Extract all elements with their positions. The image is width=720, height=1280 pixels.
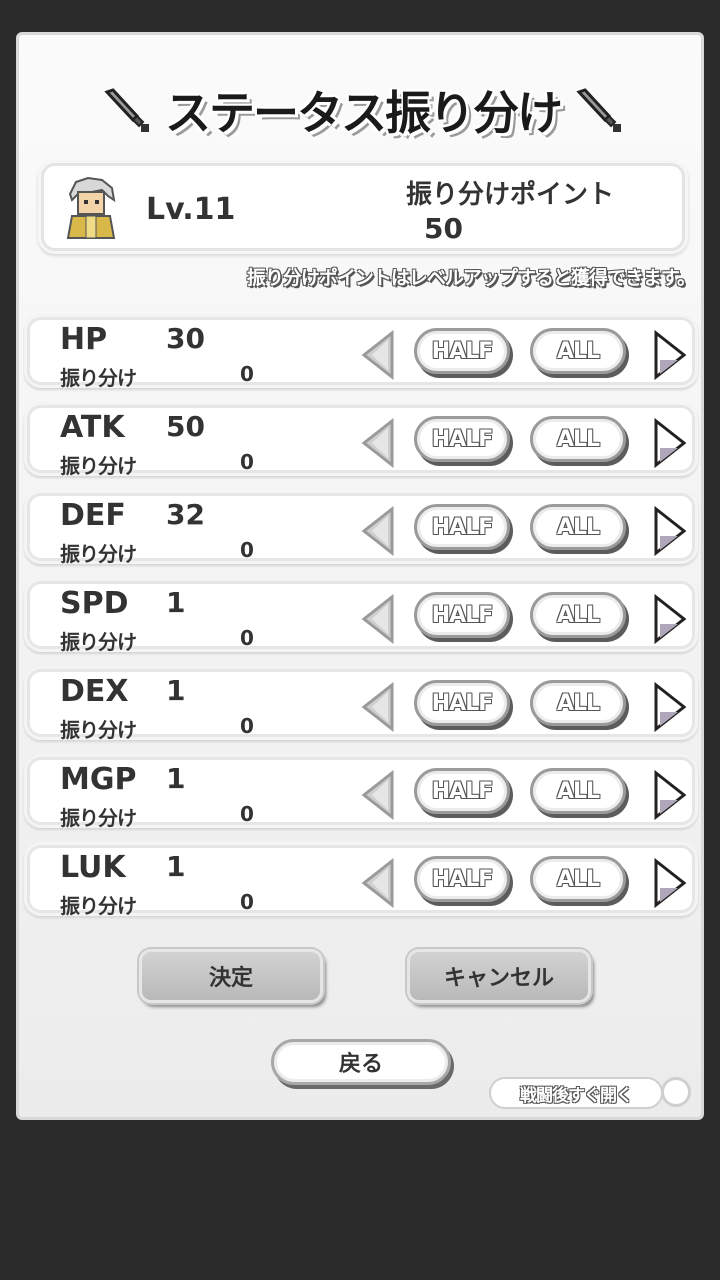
alloc-label: 振り分け xyxy=(60,894,137,918)
all-button[interactable]: ALL xyxy=(530,328,626,374)
arrow-right-icon[interactable] xyxy=(652,417,688,469)
sword-icon xyxy=(104,88,149,132)
alloc-value: 0 xyxy=(240,362,254,386)
cancel-button[interactable]: キャンセル xyxy=(407,949,591,1003)
alloc-value: 0 xyxy=(240,626,254,650)
open-after-battle-toggle[interactable] xyxy=(661,1077,691,1107)
stat-row-luk: LUK 1 振り分け 0 HALF ALL xyxy=(27,845,695,918)
alloc-label: 振り分け xyxy=(60,718,137,742)
hero-avatar xyxy=(66,176,116,239)
stat-row-dex: DEX 1 振り分け 0 HALF ALL xyxy=(27,669,695,742)
stat-name: DEX xyxy=(60,674,129,709)
alloc-label: 振り分け xyxy=(60,630,137,654)
sword-icon xyxy=(576,88,621,132)
stat-row-mgp: MGP 1 振り分け 0 HALF ALL xyxy=(27,757,695,830)
stat-value: 1 xyxy=(166,674,186,707)
stat-name: HP xyxy=(60,322,108,357)
all-button[interactable]: ALL xyxy=(530,680,626,726)
stat-name: MGP xyxy=(60,762,137,797)
alloc-value: 0 xyxy=(240,538,254,562)
half-button[interactable]: HALF xyxy=(414,416,510,462)
all-button[interactable]: ALL xyxy=(530,856,626,902)
half-button[interactable]: HALF xyxy=(414,680,510,726)
arrow-left-icon[interactable] xyxy=(360,681,396,733)
confirm-button[interactable]: 決定 xyxy=(139,949,323,1003)
stat-name: SPD xyxy=(60,586,129,621)
half-button[interactable]: HALF xyxy=(414,592,510,638)
all-button[interactable]: ALL xyxy=(530,768,626,814)
arrow-right-icon[interactable] xyxy=(652,681,688,733)
alloc-value: 0 xyxy=(240,802,254,826)
alloc-label: 振り分け xyxy=(60,542,137,566)
stat-value: 30 xyxy=(166,322,205,355)
stat-name: LUK xyxy=(60,850,126,885)
title-bar: ステータス振り分け xyxy=(19,75,707,145)
hint-text: 振り分けポイントはレベルアップすると獲得できます。 xyxy=(246,267,696,289)
stat-row-spd: SPD 1 振り分け 0 HALF ALL xyxy=(27,581,695,654)
alloc-label: 振り分け xyxy=(60,454,137,478)
half-button[interactable]: HALF xyxy=(414,856,510,902)
stat-value: 1 xyxy=(166,850,186,883)
arrow-right-icon[interactable] xyxy=(652,505,688,557)
all-button[interactable]: ALL xyxy=(530,416,626,462)
alloc-value: 0 xyxy=(240,890,254,914)
player-level: Lv.11 xyxy=(146,192,236,227)
arrow-left-icon[interactable] xyxy=(360,329,396,381)
stat-row-hp: HP 30 振り分け 0 HALF ALL xyxy=(27,317,695,390)
open-after-battle-label: 戦闘後すぐ開く xyxy=(489,1077,663,1109)
arrow-left-icon[interactable] xyxy=(360,769,396,821)
arrow-left-icon[interactable] xyxy=(360,593,396,645)
arrow-right-icon[interactable] xyxy=(652,593,688,645)
player-info-box: Lv.11 振り分けポイント 50 xyxy=(41,163,685,251)
half-button[interactable]: HALF xyxy=(414,328,510,374)
stat-row-def: DEF 32 振り分け 0 HALF ALL xyxy=(27,493,695,566)
arrow-right-icon[interactable] xyxy=(652,857,688,909)
alloc-value: 0 xyxy=(240,714,254,738)
stat-name: DEF xyxy=(60,498,126,533)
arrow-left-icon[interactable] xyxy=(360,857,396,909)
arrow-left-icon[interactable] xyxy=(360,417,396,469)
half-button[interactable]: HALF xyxy=(414,504,510,550)
stat-name: ATK xyxy=(60,410,125,445)
page-title: ステータス振り分け xyxy=(165,86,563,140)
all-button[interactable]: ALL xyxy=(530,504,626,550)
stat-value: 1 xyxy=(166,586,186,619)
stat-value: 50 xyxy=(166,410,205,443)
points-label: 振り分けポイント xyxy=(406,180,615,210)
alloc-label: 振り分け xyxy=(60,806,137,830)
alloc-value: 0 xyxy=(240,450,254,474)
all-button[interactable]: ALL xyxy=(530,592,626,638)
alloc-label: 振り分け xyxy=(60,366,137,390)
arrow-right-icon[interactable] xyxy=(652,769,688,821)
status-allocation-panel: ステータス振り分け Lv.11 振り分けポイント 50 振り分けポイントはレベル… xyxy=(16,32,704,1120)
stat-value: 32 xyxy=(166,498,205,531)
stat-row-atk: ATK 50 振り分け 0 HALF ALL xyxy=(27,405,695,478)
arrow-right-icon[interactable] xyxy=(652,329,688,381)
points-value: 50 xyxy=(424,212,463,245)
half-button[interactable]: HALF xyxy=(414,768,510,814)
back-button[interactable]: 戻る xyxy=(271,1039,451,1085)
stat-value: 1 xyxy=(166,762,186,795)
arrow-left-icon[interactable] xyxy=(360,505,396,557)
